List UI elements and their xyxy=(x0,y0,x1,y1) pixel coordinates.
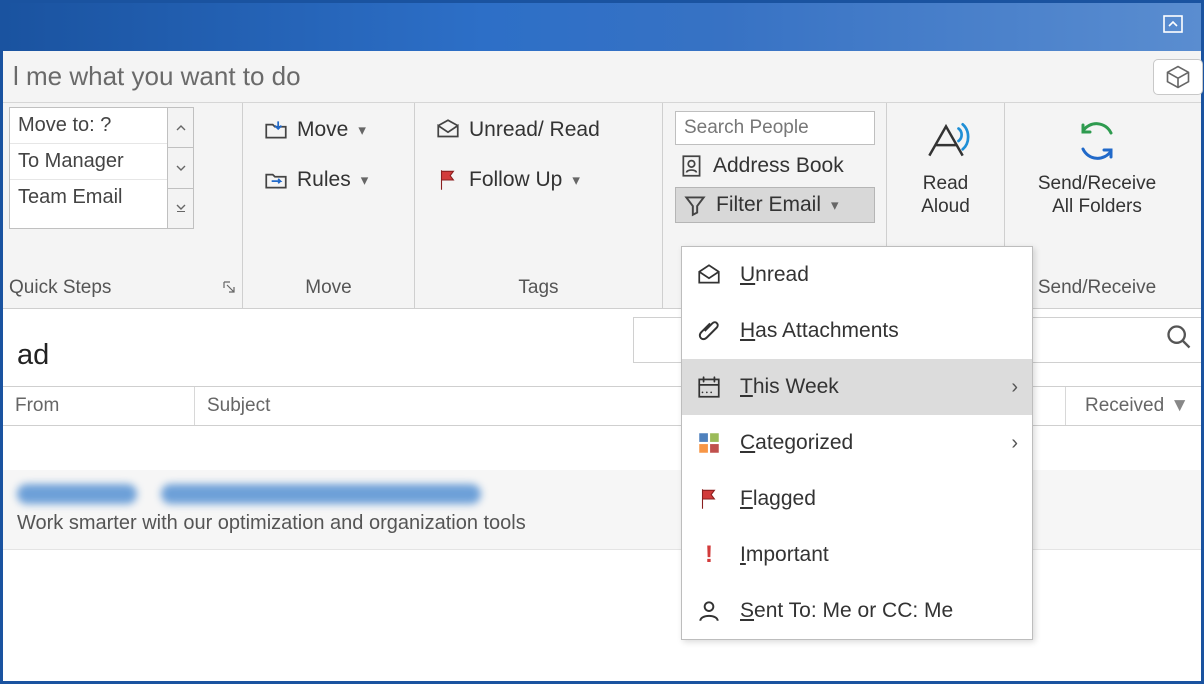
lbl-rest: nread xyxy=(755,263,809,286)
search-icon[interactable] xyxy=(1165,323,1193,357)
chevron-right-icon: › xyxy=(1011,376,1018,399)
send-receive-icon xyxy=(1073,115,1121,167)
read-aloud-button[interactable]: Read Aloud xyxy=(893,107,998,223)
quick-step-item[interactable]: Move to: ? xyxy=(10,108,167,144)
quick-step-item[interactable]: To Manager xyxy=(10,144,167,180)
filter-important[interactable]: ! Important xyxy=(682,527,1032,583)
quick-step-item[interactable]: Team Email xyxy=(10,180,167,215)
tell-me-text: l me what you want to do xyxy=(13,61,301,92)
follow-up-button[interactable]: Follow Up▾ xyxy=(429,163,606,197)
move-button[interactable]: Move▾ xyxy=(257,113,374,147)
group-label: Move xyxy=(305,277,351,299)
group-label: Quick Steps xyxy=(9,277,111,299)
filter-email-button[interactable]: Filter Email▾ xyxy=(675,187,875,223)
important-icon: ! xyxy=(696,542,722,568)
column-received[interactable]: Received ▼ xyxy=(1066,387,1201,425)
group-move: Move▾ Rules▾ Move xyxy=(243,103,415,308)
calendar-icon xyxy=(696,374,722,400)
flag-icon xyxy=(696,486,722,512)
filter-email-menu: Unread Has Attachments This Week › Categ… xyxy=(681,246,1033,640)
minimize-ribbon-icon[interactable] xyxy=(1161,12,1185,42)
coming-soon-button[interactable] xyxy=(1153,59,1203,95)
categories-icon xyxy=(696,430,722,456)
address-book-button[interactable]: Address Book xyxy=(675,151,875,181)
quick-steps-spinner[interactable] xyxy=(167,108,193,228)
person-icon xyxy=(696,598,722,624)
group-quick-steps: Move to: ? To Manager Team Email Quick S… xyxy=(3,103,243,308)
send-receive-button[interactable]: Send/Receive All Folders xyxy=(1012,107,1182,223)
search-people-input[interactable]: Search People xyxy=(675,111,875,145)
filter-flagged[interactable]: Flagged xyxy=(682,471,1032,527)
read-aloud-label: Read Aloud xyxy=(921,173,970,219)
group-label: Send/Receive xyxy=(1038,277,1156,299)
filter-unread[interactable]: Unread xyxy=(682,247,1032,303)
paperclip-icon xyxy=(696,318,722,344)
rules-button[interactable]: Rules▾ xyxy=(257,163,374,197)
filter-this-week[interactable]: This Week › xyxy=(682,359,1032,415)
title-bar xyxy=(3,3,1201,51)
filter-sent-to-me[interactable]: Sent To: Me or CC: Me xyxy=(682,583,1032,639)
read-aloud-icon xyxy=(921,115,971,167)
column-from[interactable]: From xyxy=(3,387,195,425)
quick-steps-gallery[interactable]: Move to: ? To Manager Team Email xyxy=(9,107,194,229)
send-receive-label: Send/Receive All Folders xyxy=(1038,173,1156,219)
filter-has-attachments[interactable]: Has Attachments xyxy=(682,303,1032,359)
filter-categorized[interactable]: Categorized › xyxy=(682,415,1032,471)
tell-me-bar[interactable]: l me what you want to do xyxy=(3,51,1201,103)
unread-read-button[interactable]: Unread/ Read xyxy=(429,113,606,147)
envelope-open-icon xyxy=(696,262,722,288)
quick-steps-down[interactable] xyxy=(168,148,193,188)
sort-desc-icon: ▼ xyxy=(1170,395,1189,417)
quick-steps-up[interactable] xyxy=(168,108,193,148)
chevron-right-icon: › xyxy=(1011,432,1018,455)
group-tags: Unread/ Read Follow Up▾ Tags xyxy=(415,103,663,308)
quick-steps-more[interactable] xyxy=(168,189,193,228)
group-label: Tags xyxy=(518,277,558,299)
dialog-launcher-icon[interactable] xyxy=(222,280,236,297)
